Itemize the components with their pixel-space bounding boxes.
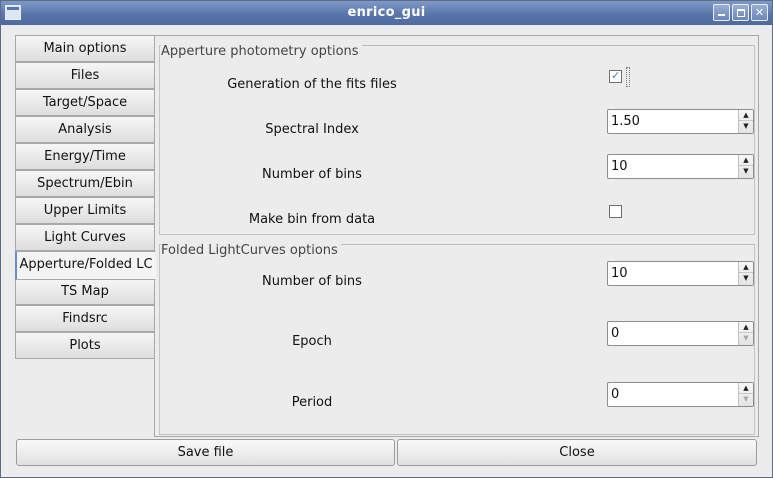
spin-up-icon[interactable]: ▲ [739, 322, 753, 333]
tab-spectrum-ebin[interactable]: Spectrum/Ebin [15, 170, 155, 197]
spectral-index-label: Spectral Index [265, 122, 359, 137]
spinbox-value: 1.50 [611, 114, 640, 129]
close-button[interactable]: Close [397, 439, 757, 466]
spin-down-icon[interactable]: ▼ [739, 273, 753, 284]
spinbox-value: 0 [611, 326, 620, 341]
aperture-nbins-label: Number of bins [262, 167, 362, 182]
spinbox-value: 10 [611, 266, 628, 281]
folded-lightcurves-group: Folded LightCurves options Number of bin… [159, 243, 755, 435]
spinbox-value: 10 [611, 159, 628, 174]
maximize-button[interactable] [732, 4, 749, 21]
tab-pane: Apperture photometry options Generation … [154, 35, 759, 437]
close-window-button[interactable]: ✕ [751, 4, 768, 21]
fits-generation-label: Generation of the fits files [227, 77, 397, 92]
folded-nbins-label: Number of bins [262, 274, 362, 289]
minimize-icon [718, 14, 725, 16]
tab-main-options[interactable]: Main options [15, 35, 155, 62]
tab-target-space[interactable]: Target/Space [15, 89, 155, 116]
tab-energy-time[interactable]: Energy/Time [15, 143, 155, 170]
spinbox-arrows: ▲ ▼ [738, 110, 753, 133]
tab-findsrc[interactable]: Findsrc [15, 305, 155, 332]
group-title: Apperture photometry options [161, 44, 362, 59]
title-bar[interactable]: enrico_gui ✕ [1, 1, 772, 25]
bin-from-data-label: Make bin from data [248, 212, 376, 227]
check-icon: ✓ [611, 69, 621, 82]
tab-plots[interactable]: Plots [15, 332, 155, 359]
spin-down-icon[interactable]: ▼ [739, 166, 753, 177]
tab-ts-map[interactable]: TS Map [15, 278, 155, 305]
spin-down-icon[interactable]: ▼ [739, 121, 753, 132]
app-window: enrico_gui ✕ Main options Files Target/S… [0, 0, 773, 478]
group-title: Folded LightCurves options [161, 243, 341, 258]
spin-up-icon[interactable]: ▲ [739, 110, 753, 121]
tab-files[interactable]: Files [15, 62, 155, 89]
tab-apperture-folded-lc[interactable]: Apperture/Folded LC [15, 251, 156, 280]
spin-down-icon[interactable]: ▼ [739, 394, 753, 405]
epoch-spinbox[interactable]: 0 ▲ ▼ [607, 321, 754, 346]
epoch-label: Epoch [292, 334, 332, 349]
fits-generation-checkbox[interactable]: ✓ [609, 69, 622, 83]
spinbox-arrows: ▲ ▼ [738, 155, 753, 178]
focus-indicator [626, 67, 630, 87]
aperture-photometry-group: Apperture photometry options Generation … [159, 44, 755, 235]
minimize-button[interactable] [713, 4, 730, 21]
tab-upper-limits[interactable]: Upper Limits [15, 197, 155, 224]
tab-light-curves[interactable]: Light Curves [15, 224, 155, 251]
folded-nbins-spinbox[interactable]: 10 ▲ ▼ [607, 261, 754, 286]
maximize-icon [737, 9, 745, 17]
spinbox-arrows: ▲ ▼ [738, 322, 753, 345]
spinbox-value: 0 [611, 387, 620, 402]
spinbox-arrows: ▲ ▼ [738, 383, 753, 406]
tab-analysis[interactable]: Analysis [15, 116, 155, 143]
period-spinbox[interactable]: 0 ▲ ▼ [607, 382, 754, 407]
spin-up-icon[interactable]: ▲ [739, 383, 753, 394]
spinbox-arrows: ▲ ▼ [738, 262, 753, 285]
aperture-nbins-spinbox[interactable]: 10 ▲ ▼ [607, 154, 754, 179]
save-file-button[interactable]: Save file [16, 439, 395, 466]
bin-from-data-checkbox[interactable] [609, 205, 622, 218]
spectral-index-spinbox[interactable]: 1.50 ▲ ▼ [607, 109, 754, 134]
window-title: enrico_gui [347, 5, 426, 20]
spin-up-icon[interactable]: ▲ [739, 262, 753, 273]
period-label: Period [291, 395, 333, 410]
close-icon: ✕ [754, 6, 765, 19]
spin-down-icon[interactable]: ▼ [739, 333, 753, 344]
spin-up-icon[interactable]: ▲ [739, 155, 753, 166]
